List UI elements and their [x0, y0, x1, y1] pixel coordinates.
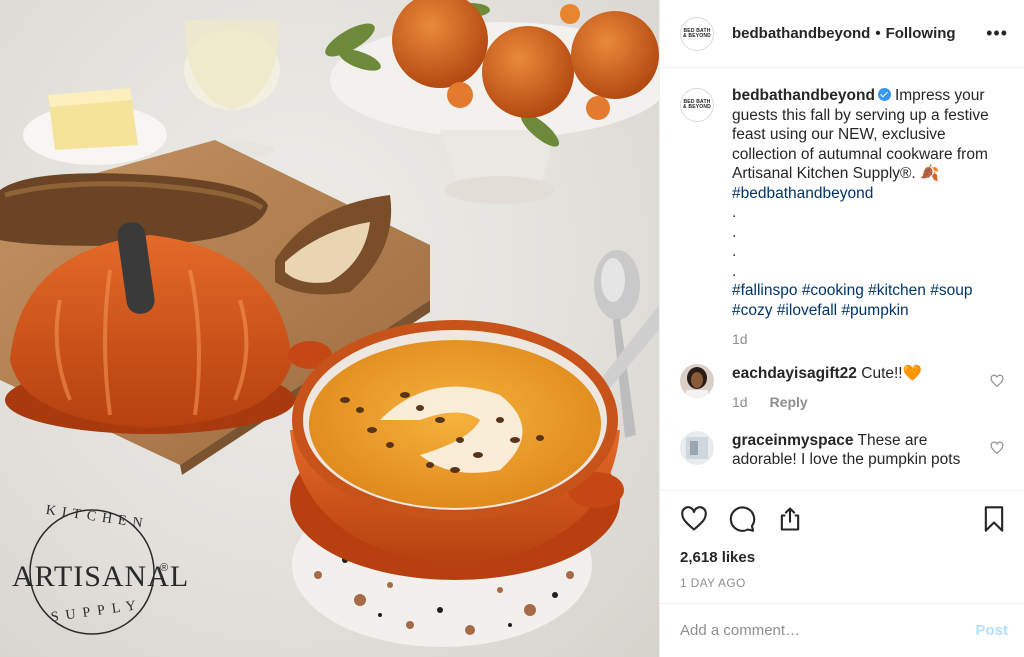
logo-word-artisanal: ARTISANAL	[12, 560, 190, 593]
heart-icon[interactable]	[680, 505, 708, 533]
post-header: BED BATH & BEYOND bedbathandbeyond • Fol…	[660, 0, 1024, 68]
post-comment-button[interactable]: Post	[975, 622, 1008, 639]
comment-icon[interactable]	[728, 505, 756, 533]
comment-like-heart-icon[interactable]	[990, 374, 1004, 388]
logo-word-kitchen: KITCHEN	[44, 502, 150, 533]
comment-age: 1d	[732, 394, 748, 410]
post-timestamp[interactable]: 1 DAY AGO	[680, 576, 1008, 590]
comment-composer: Post	[660, 603, 1024, 657]
caption-author-avatar[interactable]: BED BATH & BEYOND	[680, 88, 714, 122]
hashtag-link[interactable]: #fallinspo	[732, 282, 798, 299]
more-options-icon[interactable]: •••	[986, 23, 1008, 44]
bookmark-icon[interactable]	[980, 505, 1008, 533]
commenter-avatar-photo	[680, 430, 714, 465]
caption-body: bedbathandbeyond Impress your guests this…	[732, 86, 1008, 350]
commenter-avatar-photo	[680, 363, 714, 398]
caption-meta: 1d	[732, 330, 1008, 350]
hashtag-link[interactable]: #cozy	[732, 302, 773, 319]
add-comment-input[interactable]	[680, 622, 976, 639]
comment-item: graceinmyspace These are adorable! I lov…	[680, 430, 1008, 470]
caption-avatar-logo: BED BATH & BEYOND	[683, 99, 711, 110]
author-avatar[interactable]: BED BATH & BEYOND	[680, 16, 714, 51]
logo-word-supply: SUPPLY	[49, 597, 144, 626]
comment-username[interactable]: eachdayisagift22	[732, 365, 857, 382]
comment-meta: 1d Reply	[732, 393, 982, 413]
comment-item: eachdayisagift22 Cute!!🧡 1d Reply	[680, 363, 1008, 413]
commenter-avatar[interactable]	[680, 430, 714, 465]
comment-like-heart-icon[interactable]	[990, 441, 1004, 455]
comment-text: Cute!!🧡	[861, 364, 922, 382]
caption: BED BATH & BEYOND bedbathandbeyond Impres…	[680, 86, 1008, 350]
hashtag-link[interactable]: #kitchen	[868, 282, 926, 299]
caption-dot: .	[732, 243, 737, 260]
comment-body: graceinmyspace These are adorable! I lov…	[732, 431, 982, 470]
share-icon[interactable]	[776, 505, 804, 533]
hashtag-link[interactable]: #cooking	[802, 282, 864, 299]
likes-count[interactable]: 2,618 likes	[680, 549, 1008, 566]
follow-status-button[interactable]: Following	[886, 25, 956, 42]
hashtag-link[interactable]: #ilovefall	[777, 302, 837, 319]
caption-age: 1d	[732, 331, 748, 347]
hashtag-link[interactable]: #soup	[930, 282, 972, 299]
post-sidebar: BED BATH & BEYOND bedbathandbeyond • Fol…	[659, 0, 1024, 657]
action-icons	[680, 491, 1008, 547]
comment-body: eachdayisagift22 Cute!!🧡 1d Reply	[732, 364, 982, 413]
commenter-avatar[interactable]	[680, 363, 714, 398]
instagram-post-modal: KITCHEN ARTISANAL ® SUPPLY BED BATH & BE…	[0, 0, 1024, 657]
comments-list[interactable]: BED BATH & BEYOND bedbathandbeyond Impres…	[660, 86, 1024, 490]
header-separator: •	[875, 25, 881, 42]
author-avatar-logo: BED BATH & BEYOND	[683, 27, 711, 39]
caption-username[interactable]: bedbathandbeyond	[732, 87, 875, 104]
reply-button[interactable]: Reply	[770, 393, 808, 413]
caption-hashtags: #fallinspo #cooking #kitchen #soup #cozy…	[732, 281, 1008, 320]
post-image[interactable]: KITCHEN ARTISANAL ® SUPPLY	[0, 0, 659, 657]
caption-dot: .	[732, 204, 737, 221]
author-username[interactable]: bedbathandbeyond	[732, 25, 870, 42]
caption-dot: .	[732, 223, 737, 241]
hashtag-link[interactable]: #pumpkin	[841, 302, 908, 319]
caption-dot: .	[732, 262, 737, 280]
verified-badge-icon	[877, 88, 891, 101]
logo-registered-mark: ®	[160, 562, 169, 574]
comment-username[interactable]: graceinmyspace	[732, 432, 854, 449]
caption-hashtag-bedbathandbeyond[interactable]: #bedbathandbeyond	[732, 185, 873, 202]
post-actions: 2,618 likes 1 DAY AGO	[660, 490, 1024, 602]
artisanal-kitchen-supply-logo: KITCHEN ARTISANAL ® SUPPLY	[12, 500, 190, 640]
